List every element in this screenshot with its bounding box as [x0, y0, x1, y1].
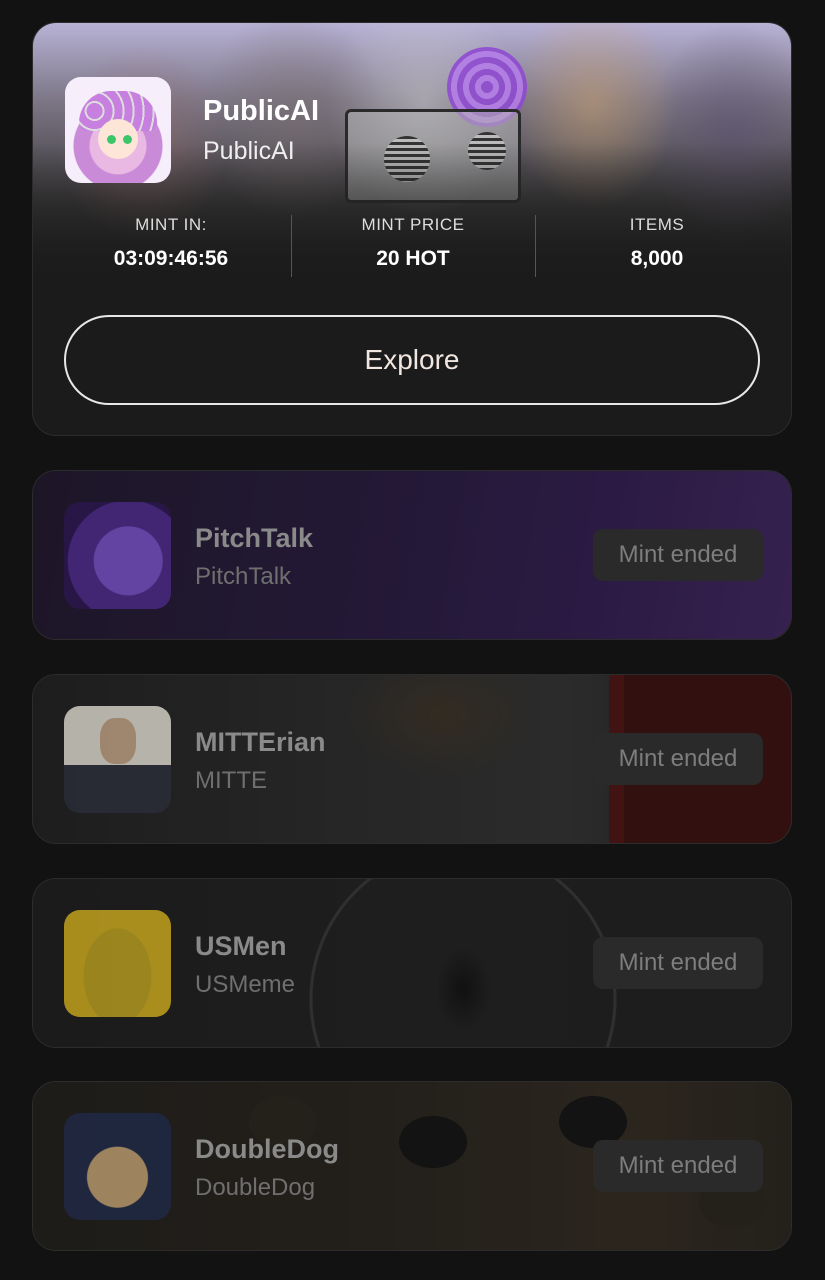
collection-subtitle: DoubleDog	[195, 1174, 316, 1201]
collection-thumbnail	[64, 502, 171, 609]
collection-card-mitterian[interactable]: MITTErian MITTE Mint ended	[32, 674, 792, 844]
stat-value: 8,000	[630, 247, 684, 270]
stat-label: MINT PRICE	[361, 215, 465, 234]
mint-status-badge: Mint ended	[593, 1140, 763, 1192]
stat-value: 03:09:46:56	[113, 247, 229, 270]
collection-card-usmen[interactable]: USMen USMeme Mint ended	[32, 878, 792, 1048]
stat-mint-in: MINT IN: 03:09:46:56	[51, 215, 291, 271]
collection-subtitle: PitchTalk	[195, 563, 292, 590]
collection-subtitle: USMeme	[195, 971, 296, 998]
stat-mint-price: MINT PRICE 20 HOT	[293, 215, 533, 271]
collection-thumbnail	[64, 910, 171, 1017]
collection-card-pitchtalk[interactable]: PitchTalk PitchTalk Mint ended	[32, 470, 792, 640]
collection-thumbnail	[64, 706, 171, 813]
stat-label: MINT IN:	[135, 215, 207, 234]
collection-name: PitchTalk	[195, 523, 314, 553]
collection-thumbnail	[64, 1113, 171, 1220]
mint-status-badge: Mint ended	[593, 937, 763, 989]
featured-subtitle: PublicAI	[203, 137, 295, 165]
collection-card-doubledog[interactable]: DoubleDog DoubleDog Mint ended	[32, 1081, 792, 1251]
collection-name: DoubleDog	[195, 1134, 339, 1164]
featured-collection-card: PublicAI PublicAI MINT IN: 03:09:46:56 M…	[32, 22, 792, 436]
mint-stats: MINT IN: 03:09:46:56 MINT PRICE 20 HOT I…	[33, 215, 791, 277]
stat-items: ITEMS 8,000	[537, 215, 777, 271]
stat-divider	[535, 215, 536, 277]
stat-label: ITEMS	[629, 215, 685, 234]
collection-name: MITTErian	[195, 727, 326, 757]
featured-title: PublicAI	[203, 95, 320, 127]
collection-subtitle: MITTE	[195, 767, 267, 794]
mint-status-badge: Mint ended	[593, 529, 763, 581]
stat-divider	[291, 215, 292, 277]
stat-value: 20 HOT	[376, 247, 450, 270]
mint-status-badge: Mint ended	[593, 733, 763, 785]
collection-name: USMen	[195, 931, 287, 961]
publicai-logo	[65, 77, 171, 183]
radio-decoration	[345, 109, 521, 203]
explore-button[interactable]: Explore	[64, 315, 760, 405]
